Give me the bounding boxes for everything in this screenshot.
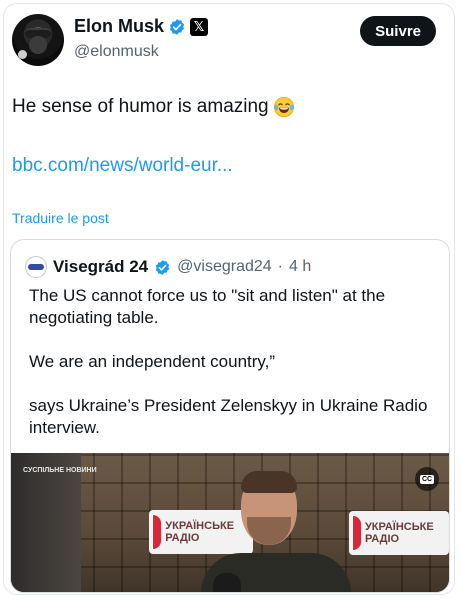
- quoted-tweet-body: The US cannot force us to "sit and liste…: [29, 285, 434, 439]
- tweet-text: He sense of humor is amazing: [12, 96, 295, 118]
- quoted-video-thumbnail[interactable]: УКРАЇНСЬКЕ РАДІО УКРАЇНСЬКЕ РАДІО СУСПІЛ…: [11, 453, 449, 592]
- radio-sign-text: УКРАЇНСЬКЕ РАДІО: [364, 521, 434, 545]
- x-affiliation-icon: 𝕏: [190, 17, 209, 36]
- microphone: [213, 573, 241, 592]
- quoted-author-handle[interactable]: @visegrad24: [177, 258, 272, 276]
- laughing-tears-emoji-icon: [273, 97, 294, 117]
- quoted-paragraph: says Ukraine’s President Zelenskyy in Uk…: [29, 396, 428, 437]
- author-display-name[interactable]: Elon Musk: [74, 16, 164, 37]
- article-link[interactable]: bbc.com/news/world-eur...: [12, 155, 233, 177]
- verified-icon: [169, 18, 185, 35]
- follow-button[interactable]: Suivre: [360, 16, 436, 46]
- radio-sign: УКРАЇНСЬКЕ РАДІО: [349, 511, 449, 555]
- verified-icon: [155, 259, 170, 275]
- quoted-tweet[interactable]: Visegrád 24 @visegrad24 · 4 h The US can…: [10, 239, 450, 593]
- tweet-card: Elon Musk 𝕏 @elonmusk Suivre He sense of…: [3, 3, 455, 595]
- quoted-author-name[interactable]: Visegrád 24: [53, 257, 148, 277]
- quoted-tweet-timestamp[interactable]: 4 h: [289, 258, 311, 276]
- author-handle[interactable]: @elonmusk: [74, 43, 159, 61]
- quoted-paragraph: The US cannot force us to "sit and liste…: [29, 286, 386, 327]
- quoted-author-avatar[interactable]: [25, 256, 47, 278]
- channel-logo: СУСПІЛЬНЕ НОВИНИ: [23, 467, 97, 474]
- separator-dot: ·: [277, 258, 283, 275]
- quoted-tweet-header: Visegrád 24 @visegrad24 · 4 h: [25, 256, 311, 278]
- translate-post-link[interactable]: Traduire le post: [12, 210, 109, 226]
- quoted-paragraph: We are an independent country,”: [29, 352, 276, 371]
- captions-icon: CC: [419, 474, 435, 484]
- captions-button[interactable]: CC: [415, 467, 439, 491]
- author-name-row: Elon Musk 𝕏: [74, 16, 209, 37]
- tweet-text-content: He sense of humor is amazing: [12, 96, 269, 117]
- author-avatar[interactable]: [12, 14, 64, 66]
